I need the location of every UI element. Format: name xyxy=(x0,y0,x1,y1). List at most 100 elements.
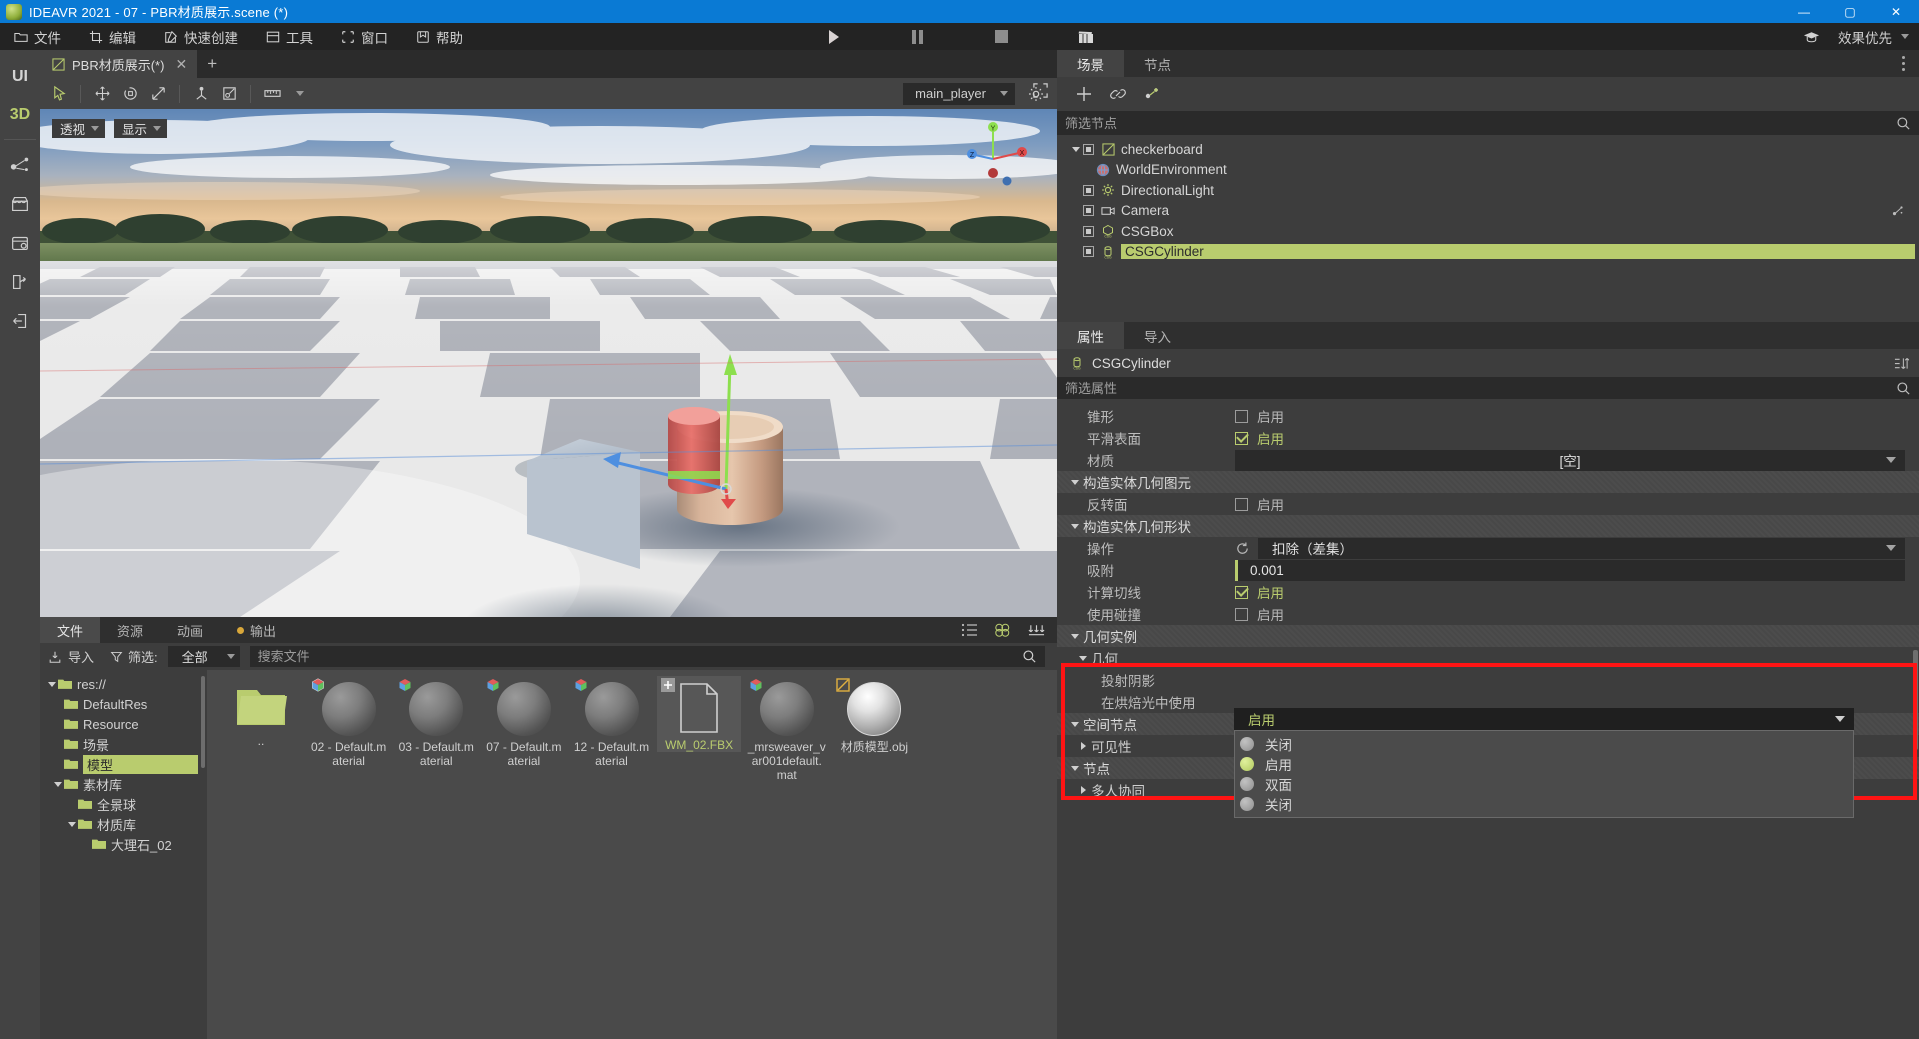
search-icon[interactable] xyxy=(1896,116,1911,131)
property-row-smooth-surface[interactable]: 平滑表面 启用 xyxy=(1057,427,1919,449)
cast-shadow-option-list[interactable]: 关闭 启用 双面 关闭 xyxy=(1234,730,1854,818)
file-item-wm02-fbx[interactable]: WM_02.FBX xyxy=(657,676,742,752)
file-item-material-07[interactable]: 07 - Default.material xyxy=(482,676,566,768)
file-search-box[interactable] xyxy=(249,646,1045,667)
smooth-surface-checkbox[interactable] xyxy=(1235,431,1248,445)
node-row-worldenvironment[interactable]: WorldEnvironment xyxy=(1057,160,1919,181)
menu-edit[interactable]: 编辑 xyxy=(75,23,150,50)
cast-shadow-option-off[interactable]: 关闭 xyxy=(1235,734,1853,754)
tab-output[interactable]: 输出 xyxy=(220,617,293,643)
file-item-material-02[interactable]: 02 - Default.material xyxy=(307,676,391,768)
property-filter-bar[interactable] xyxy=(1057,377,1919,399)
menu-help[interactable]: 帮助 xyxy=(402,23,477,50)
radio-icon[interactable] xyxy=(1240,737,1254,751)
move-tool[interactable] xyxy=(89,81,115,107)
property-row-material[interactable]: 材质 [空] xyxy=(1057,449,1919,471)
chevron-down-icon[interactable] xyxy=(52,780,64,788)
rail-export-button[interactable] xyxy=(0,262,40,301)
select-tool[interactable] xyxy=(46,81,72,107)
cone-checkbox[interactable] xyxy=(1235,409,1248,423)
node-script-icon[interactable] xyxy=(1891,204,1905,218)
scale-tool[interactable] xyxy=(145,81,171,107)
movie-button[interactable] xyxy=(1075,27,1097,47)
file-tree-item-panorama[interactable]: 全景球 xyxy=(40,794,207,814)
revert-icon[interactable] xyxy=(1235,541,1250,556)
import-button[interactable]: 导入 xyxy=(48,647,94,666)
file-tree-item-asset-library[interactable]: 素材库 xyxy=(40,774,207,794)
close-button[interactable]: ✕ xyxy=(1873,0,1919,23)
sort-icon[interactable] xyxy=(1028,623,1045,637)
node-visibility-toggle[interactable] xyxy=(1083,225,1094,237)
property-row-cast-shadow[interactable]: 投射阴影 xyxy=(1057,669,1919,691)
tab-import[interactable]: 导入 xyxy=(1124,322,1191,349)
minimize-button[interactable]: — xyxy=(1781,0,1827,23)
invert-faces-checkbox[interactable] xyxy=(1235,497,1248,511)
property-section-geometry-instance[interactable]: 几何实例 xyxy=(1057,625,1919,647)
tab-node[interactable]: 节点 xyxy=(1124,50,1191,77)
snap-number-input[interactable]: 0.001 xyxy=(1235,559,1905,581)
maximize-button[interactable]: ▢ xyxy=(1827,0,1873,23)
add-node-button[interactable] xyxy=(1069,81,1099,107)
node-filter-input[interactable] xyxy=(1065,115,1896,131)
tab-scene[interactable]: 场景 xyxy=(1057,50,1124,77)
perspective-select[interactable]: 透视 xyxy=(52,119,106,138)
viewport-maximize-button[interactable] xyxy=(1032,82,1049,99)
list-view-icon[interactable] xyxy=(961,623,977,637)
property-section-csg-primitive[interactable]: 构造实体几何图元 xyxy=(1057,471,1919,493)
node-row-camera[interactable]: Camera xyxy=(1057,201,1919,222)
snap-tool[interactable] xyxy=(188,81,214,107)
stop-button[interactable] xyxy=(991,27,1013,47)
chevron-down-icon[interactable] xyxy=(66,820,78,828)
file-tree-item-material-library[interactable]: 材质库 xyxy=(40,814,207,834)
chevron-down-icon[interactable] xyxy=(46,680,58,688)
3d-viewport[interactable]: 透视 显示 Y X Z xyxy=(40,109,1057,617)
node-filter-bar[interactable] xyxy=(1057,111,1919,135)
use-collision-checkbox[interactable] xyxy=(1235,607,1248,621)
property-row-operation[interactable]: 操作 扣除（差集） xyxy=(1057,537,1919,559)
calculate-tangents-checkbox[interactable] xyxy=(1235,585,1248,599)
cast-shadow-option-shadows-only[interactable]: 关闭 xyxy=(1235,794,1853,814)
menu-tools[interactable]: 工具 xyxy=(252,23,327,50)
tab-resources[interactable]: 资源 xyxy=(100,617,160,643)
property-subsection-geometry[interactable]: 几何 xyxy=(1057,647,1919,669)
property-row-use-collision[interactable]: 使用碰撞 启用 xyxy=(1057,603,1919,625)
material-select[interactable]: [空] xyxy=(1235,449,1905,471)
property-row-cone[interactable]: 锥形 启用 xyxy=(1057,405,1919,427)
file-tree-scrollbar[interactable] xyxy=(201,676,205,768)
node-row-directionallight[interactable]: DirectionalLight xyxy=(1057,180,1919,201)
cast-shadow-dropdown-header[interactable]: 启用 xyxy=(1234,708,1854,730)
radio-icon[interactable] xyxy=(1240,777,1254,791)
cast-shadow-option-double-sided[interactable]: 双面 xyxy=(1235,774,1853,794)
node-visibility-toggle[interactable] xyxy=(1083,143,1094,155)
property-row-calculate-tangents[interactable]: 计算切线 启用 xyxy=(1057,581,1919,603)
file-search-input[interactable] xyxy=(257,649,1037,664)
property-row-snap[interactable]: 吸附 0.001 xyxy=(1057,559,1919,581)
file-item-material-12[interactable]: 12 - Default.material xyxy=(570,676,654,768)
rail-import-button[interactable] xyxy=(0,301,40,340)
tab-properties[interactable]: 属性 xyxy=(1057,322,1124,349)
tab-animation[interactable]: 动画 xyxy=(160,617,220,643)
rail-settings-window-button[interactable] xyxy=(0,223,40,262)
add-scene-tab-button[interactable]: + xyxy=(197,50,227,78)
inspector-scrollbar[interactable] xyxy=(1913,650,1918,750)
scene-tab[interactable]: PBR材质展示(*) ✕ xyxy=(40,50,198,78)
rotate-tool[interactable] xyxy=(117,81,143,107)
menu-window[interactable]: 窗口 xyxy=(327,23,402,50)
file-tree-item-marble02[interactable]: 大理石_02 xyxy=(40,834,207,854)
search-icon[interactable] xyxy=(1022,649,1037,664)
file-item-material-model-obj[interactable]: 材质模型.obj xyxy=(832,676,916,754)
sort-properties-icon[interactable] xyxy=(1894,357,1909,370)
file-filter-select[interactable]: 全部 xyxy=(167,646,240,667)
property-row-invert-faces[interactable]: 反转面 启用 xyxy=(1057,493,1919,515)
orientation-gizmo[interactable]: Y X Z xyxy=(967,115,1037,189)
file-grid[interactable]: .. 02 - Default.material 03 - Default.ma… xyxy=(207,670,1057,1039)
operation-select[interactable]: 扣除（差集） xyxy=(1258,537,1905,559)
radio-icon-selected[interactable] xyxy=(1240,757,1254,771)
property-filter-input[interactable] xyxy=(1065,380,1896,396)
rail-store-button[interactable] xyxy=(0,184,40,223)
dock-menu-icon[interactable] xyxy=(1895,54,1911,72)
node-visibility-toggle[interactable] xyxy=(1083,246,1094,258)
display-select[interactable]: 显示 xyxy=(114,119,168,138)
menu-quick-create[interactable]: 快速创建 xyxy=(150,23,252,50)
close-icon[interactable]: ✕ xyxy=(175,56,187,73)
